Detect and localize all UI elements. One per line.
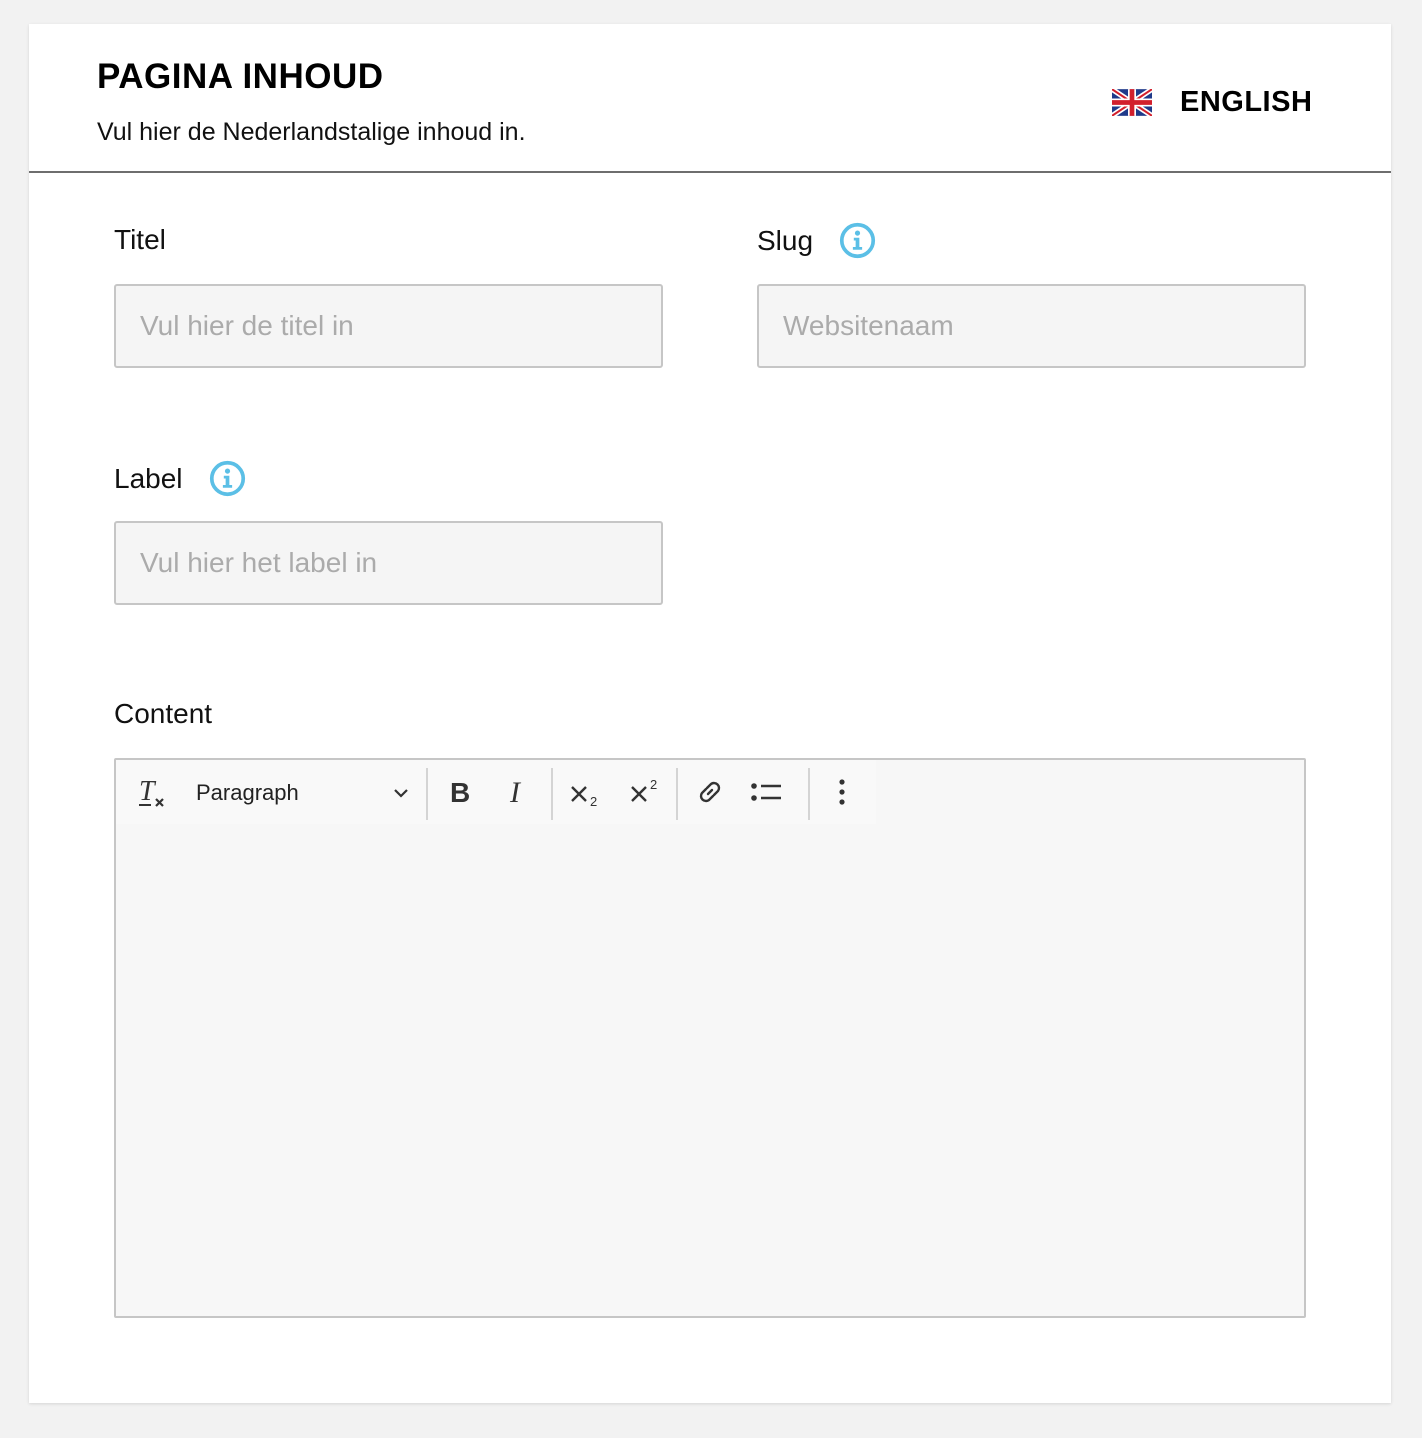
svg-text:T: T xyxy=(139,776,157,807)
rich-text-editor: T Paragraph B I 2 2 xyxy=(114,758,1306,1318)
page-subtitle: Vul hier de Nederlandstalige inhoud in. xyxy=(97,118,526,146)
content-editor-area[interactable] xyxy=(116,826,1304,1316)
bold-button[interactable]: B xyxy=(436,768,484,816)
toolbar-divider xyxy=(676,768,678,820)
titel-input[interactable] xyxy=(114,284,663,368)
bulleted-list-icon xyxy=(751,783,781,801)
more-options-icon xyxy=(839,779,845,805)
language-switch-label: ENGLISH xyxy=(1180,86,1313,118)
italic-icon: I xyxy=(509,777,522,807)
page-title: PAGINA INHOUD xyxy=(97,57,384,96)
content-label-text: Content xyxy=(114,698,213,729)
slug-input[interactable] xyxy=(757,284,1306,368)
bulleted-list-button[interactable] xyxy=(743,768,791,816)
chevron-down-icon xyxy=(394,789,408,798)
label-label: Label xyxy=(114,460,246,497)
slug-label: Slug xyxy=(757,222,876,259)
titel-label-text: Titel xyxy=(114,224,166,255)
subscript-icon: 2 xyxy=(571,786,597,809)
link-icon xyxy=(699,781,721,803)
bold-icon: B xyxy=(450,777,470,807)
label-info-icon[interactable] xyxy=(209,460,246,497)
superscript-button[interactable]: 2 xyxy=(622,768,670,816)
card-header: PAGINA INHOUD Vul hier de Nederlandstali… xyxy=(29,24,1391,173)
svg-text:2: 2 xyxy=(650,777,657,792)
toolbar-divider xyxy=(808,768,810,820)
titel-label: Titel xyxy=(114,224,166,256)
toolbar-divider xyxy=(551,768,553,820)
block-format-dropdown[interactable]: Paragraph xyxy=(196,772,410,814)
page-content-card: PAGINA INHOUD Vul hier de Nederlandstali… xyxy=(29,24,1391,1403)
editor-toolbar: T Paragraph B I 2 2 xyxy=(116,760,876,824)
label-label-text: Label xyxy=(114,462,183,494)
slug-info-icon[interactable] xyxy=(839,222,876,259)
italic-button[interactable]: I xyxy=(494,768,542,816)
svg-text:B: B xyxy=(450,777,470,807)
toolbar-divider xyxy=(426,768,428,820)
language-switch-button[interactable]: ENGLISH xyxy=(1112,86,1312,119)
block-format-value: Paragraph xyxy=(196,780,299,805)
svg-text:2: 2 xyxy=(590,794,597,809)
clear-formatting-button[interactable]: T xyxy=(128,768,176,816)
label-input[interactable] xyxy=(114,521,663,605)
link-button[interactable] xyxy=(686,768,734,816)
superscript-icon: 2 xyxy=(631,777,657,802)
subscript-button[interactable]: 2 xyxy=(562,768,610,816)
clear-formatting-icon: T xyxy=(139,776,164,807)
content-label: Content xyxy=(114,698,212,730)
svg-text:I: I xyxy=(509,777,522,807)
more-options-button[interactable] xyxy=(818,768,866,816)
slug-label-text: Slug xyxy=(757,224,814,256)
uk-flag-icon xyxy=(1112,89,1152,116)
